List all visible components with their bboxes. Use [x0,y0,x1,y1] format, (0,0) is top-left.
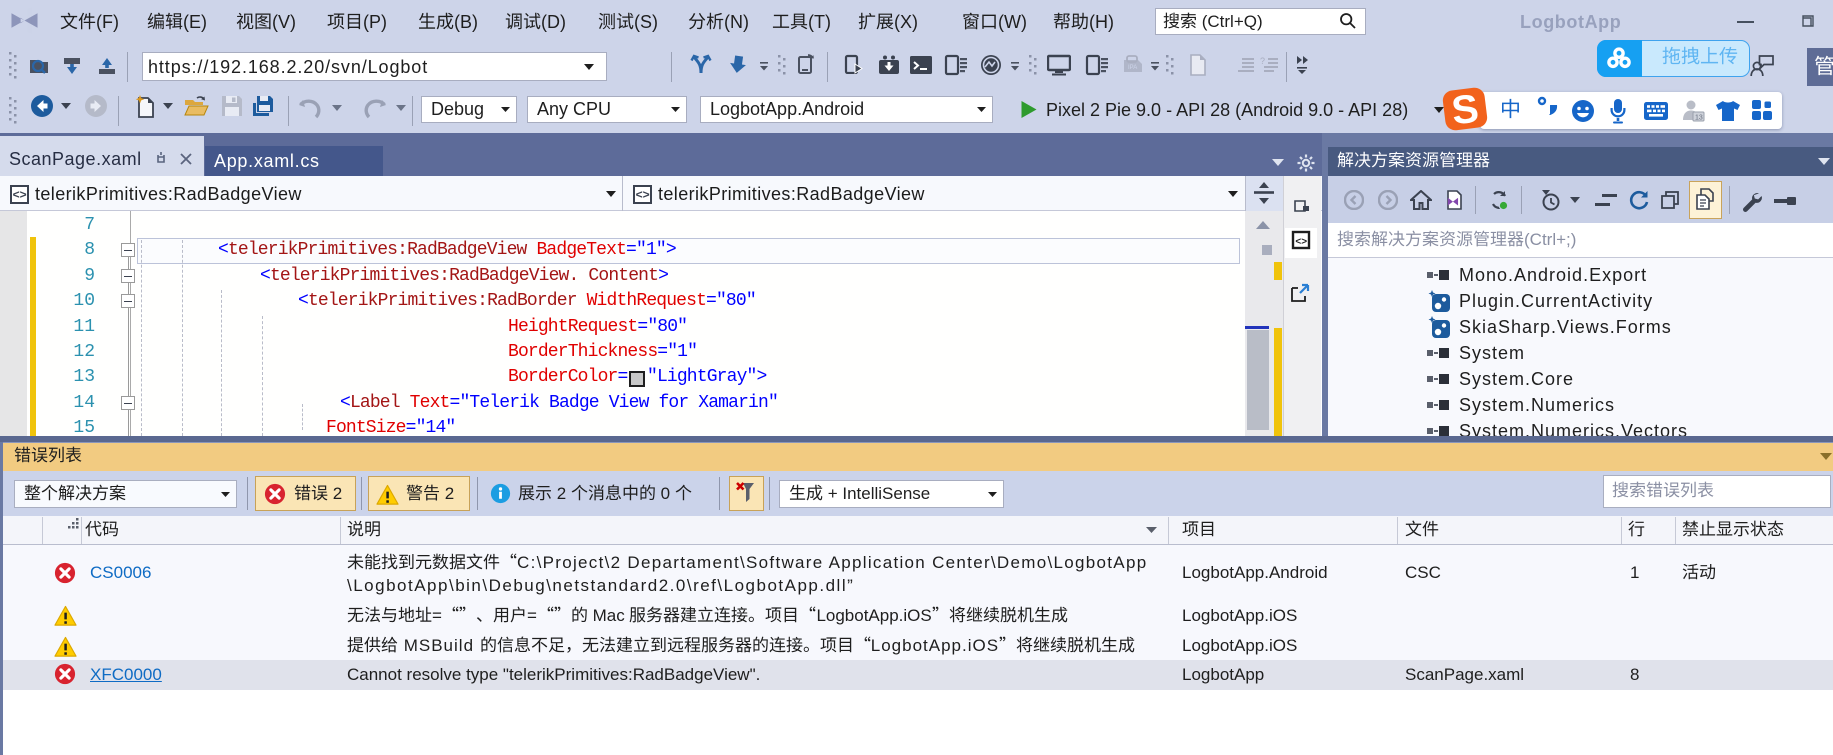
svg-text:13: 13 [1695,115,1703,122]
svg-text:?: ? [1260,56,1265,66]
svg-text:IPA: IPA [1128,65,1137,71]
svg-text:<>: <> [13,188,27,202]
svg-text:<>: <> [1295,237,1307,248]
svg-text:<>: <> [636,188,650,202]
svg-text:S: S [1449,87,1481,131]
